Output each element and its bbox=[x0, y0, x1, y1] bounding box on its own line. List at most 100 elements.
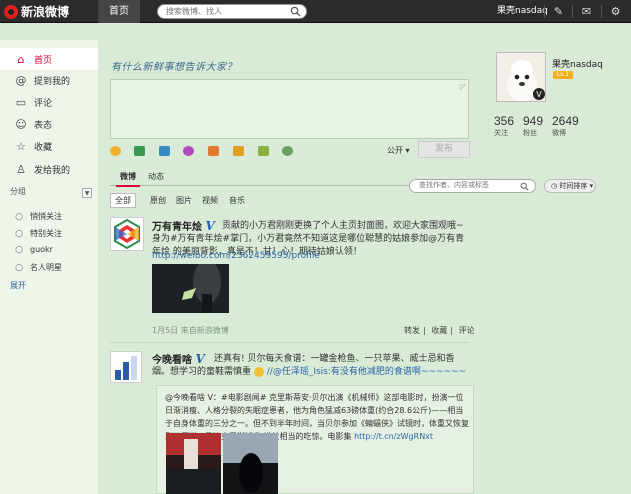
sidebar-item-favorites[interactable]: ☆ 收藏 bbox=[0, 135, 98, 157]
stat-followers[interactable]: 949 粉丝 bbox=[523, 114, 543, 138]
top-divider bbox=[572, 5, 573, 18]
level-badge: Lv.1 bbox=[553, 71, 573, 79]
stat-value: 949 bbox=[523, 114, 544, 128]
group-item[interactable]: ○ guokr bbox=[0, 241, 98, 258]
repost-image[interactable] bbox=[166, 433, 221, 494]
profile-name[interactable]: 果壳nasdaq bbox=[552, 57, 603, 70]
more-tools-icon[interactable] bbox=[258, 146, 269, 156]
composer-prompt: 有什么新鲜事想告诉大家？ bbox=[111, 62, 237, 73]
stat-label: 关注 bbox=[494, 129, 508, 137]
post-mention-text[interactable]: //@任泽瑶_Isis:有没有他减肥的食谱啊~~~~~~ bbox=[267, 367, 466, 377]
weibo-eye-icon bbox=[4, 4, 18, 19]
stat-following[interactable]: 356 关注 bbox=[494, 114, 514, 138]
group-tag-icon: ○ bbox=[15, 244, 23, 255]
filter-images[interactable]: 图片 bbox=[176, 195, 192, 206]
stat-label: 粉丝 bbox=[523, 129, 537, 137]
filter-original[interactable]: 原创 bbox=[150, 195, 166, 206]
sidebar-item-label: 提到我的 bbox=[34, 76, 71, 87]
group-header-label: 分组 bbox=[10, 187, 26, 196]
group-item[interactable]: ○ 特别关注 bbox=[0, 225, 98, 242]
sidebar-item-label: 发给我的 bbox=[34, 165, 71, 176]
edit-icon[interactable]: ✎ bbox=[552, 5, 565, 18]
chevron-down-icon: ▾ bbox=[405, 146, 410, 155]
feed-search[interactable] bbox=[409, 179, 536, 193]
post-text: 还真有! 贝尔每天食谱：一罐金枪鱼、一只苹果、威士忌和香烟。想学习的童鞋需慎重 … bbox=[152, 353, 470, 379]
video-icon[interactable] bbox=[159, 146, 170, 156]
global-search[interactable] bbox=[157, 4, 307, 19]
expand-groups-link[interactable]: 展开 bbox=[10, 280, 26, 291]
post-image[interactable] bbox=[152, 264, 229, 313]
vote-icon[interactable] bbox=[233, 146, 244, 156]
sidebar-item-comments[interactable]: ▭ 评论 bbox=[0, 91, 98, 113]
shy-face-icon bbox=[253, 366, 264, 377]
global-search-input[interactable] bbox=[158, 5, 286, 18]
top-bar: 新浪微博 首页 果壳nasdaq ✎ ✉ ⚙ bbox=[0, 0, 631, 23]
settings-gear-icon[interactable]: ⚙ bbox=[609, 5, 622, 18]
top-username[interactable]: 果壳nasdaq bbox=[497, 0, 548, 23]
profile-avatar[interactable]: V bbox=[496, 52, 546, 102]
image-icon[interactable] bbox=[134, 146, 145, 156]
home-icon: ⌂ bbox=[17, 52, 25, 66]
post-avatar[interactable] bbox=[110, 217, 144, 251]
smile-icon: ☺ bbox=[15, 117, 27, 131]
sidebar-item-label: 收藏 bbox=[34, 142, 53, 153]
topic-icon[interactable] bbox=[208, 146, 219, 156]
composer-textarea[interactable]: ◸ bbox=[110, 79, 469, 139]
left-sidebar: ⌂ 首页 @ 提到我的 ▭ 评论 ☺ 表态 ☆ 收藏 ♙ 发给我的 分组 ▼ ○… bbox=[0, 40, 98, 494]
group-item[interactable]: ○ 名人明星 bbox=[0, 259, 98, 276]
top-divider bbox=[601, 5, 602, 18]
weibo-logo[interactable]: 新浪微博 bbox=[4, 3, 69, 20]
group-item-label: guokr bbox=[30, 245, 53, 254]
star-icon: ☆ bbox=[16, 139, 26, 153]
visibility-select[interactable]: 公开 ▾ bbox=[387, 145, 410, 156]
nav-home[interactable]: 首页 bbox=[98, 0, 140, 23]
group-item[interactable]: ○ 悄悄关注 bbox=[0, 208, 98, 225]
at-icon: @ bbox=[15, 73, 27, 87]
emoji-icon[interactable] bbox=[110, 146, 121, 156]
repost-link[interactable]: http://t.cn/zWgRNxt bbox=[354, 432, 433, 441]
search-icon[interactable] bbox=[290, 6, 301, 17]
logo-text: 新浪微博 bbox=[21, 5, 70, 19]
repost-image-content bbox=[166, 433, 221, 494]
sort-label: 时间排序 bbox=[559, 182, 588, 190]
post-button[interactable]: 发布 bbox=[418, 141, 470, 158]
message-icon[interactable]: ✉ bbox=[580, 5, 593, 18]
sidebar-item-reactions[interactable]: ☺ 表态 bbox=[0, 113, 98, 135]
filter-music[interactable]: 音乐 bbox=[229, 195, 245, 206]
post-timestamp[interactable]: 1月5日 来自新浪微博 bbox=[152, 325, 229, 336]
group-tag-icon: ○ bbox=[15, 262, 23, 273]
feed-search-input[interactable] bbox=[419, 181, 519, 189]
filter-video[interactable]: 视频 bbox=[202, 195, 218, 206]
stat-posts[interactable]: 2649 微博 bbox=[552, 114, 579, 138]
comment-button[interactable]: 评论 bbox=[459, 326, 475, 335]
tab-weibo[interactable]: 微博 bbox=[116, 171, 140, 187]
visibility-label: 公开 bbox=[387, 146, 403, 155]
post-divider bbox=[110, 342, 470, 343]
chevron-down-icon[interactable]: ▼ bbox=[82, 188, 92, 198]
stat-value: 356 bbox=[494, 114, 515, 128]
location-icon[interactable] bbox=[282, 146, 293, 156]
stat-value: 2649 bbox=[552, 114, 579, 128]
filter-all[interactable]: 全部 bbox=[110, 193, 136, 208]
sort-select[interactable]: ◷ 时间排序 ▾ bbox=[544, 179, 596, 193]
group-item-label: 特别关注 bbox=[30, 229, 62, 238]
person-icon: ♙ bbox=[16, 162, 26, 176]
svg-text:V: V bbox=[536, 90, 542, 99]
group-tag-icon: ○ bbox=[15, 211, 23, 222]
post-actions: 转发 | 收藏 | 评论 bbox=[404, 326, 475, 335]
tab-activity[interactable]: 动态 bbox=[148, 171, 164, 182]
post-link[interactable]: http://weibo.com/2362459595/profile bbox=[152, 250, 320, 263]
sidebar-item-home[interactable]: ⌂ 首页 bbox=[0, 48, 98, 70]
favorite-button[interactable]: 收藏 bbox=[431, 326, 447, 335]
post-avatar[interactable] bbox=[110, 351, 142, 383]
sidebar-item-mentions[interactable]: @ 提到我的 bbox=[0, 69, 98, 91]
alpaca-avatar-image: V bbox=[497, 53, 545, 101]
repost-image[interactable] bbox=[223, 433, 278, 494]
retweet-button[interactable]: 转发 bbox=[404, 326, 420, 335]
search-icon[interactable] bbox=[520, 182, 529, 191]
group-tag-icon: ○ bbox=[15, 228, 23, 239]
stat-label: 微博 bbox=[552, 129, 566, 137]
sidebar-item-sent-to-me[interactable]: ♙ 发给我的 bbox=[0, 158, 98, 180]
music-icon[interactable] bbox=[183, 146, 194, 156]
right-column: V 果壳nasdaq Lv.1 356 关注 949 粉丝 2649 微博 bbox=[481, 40, 631, 494]
